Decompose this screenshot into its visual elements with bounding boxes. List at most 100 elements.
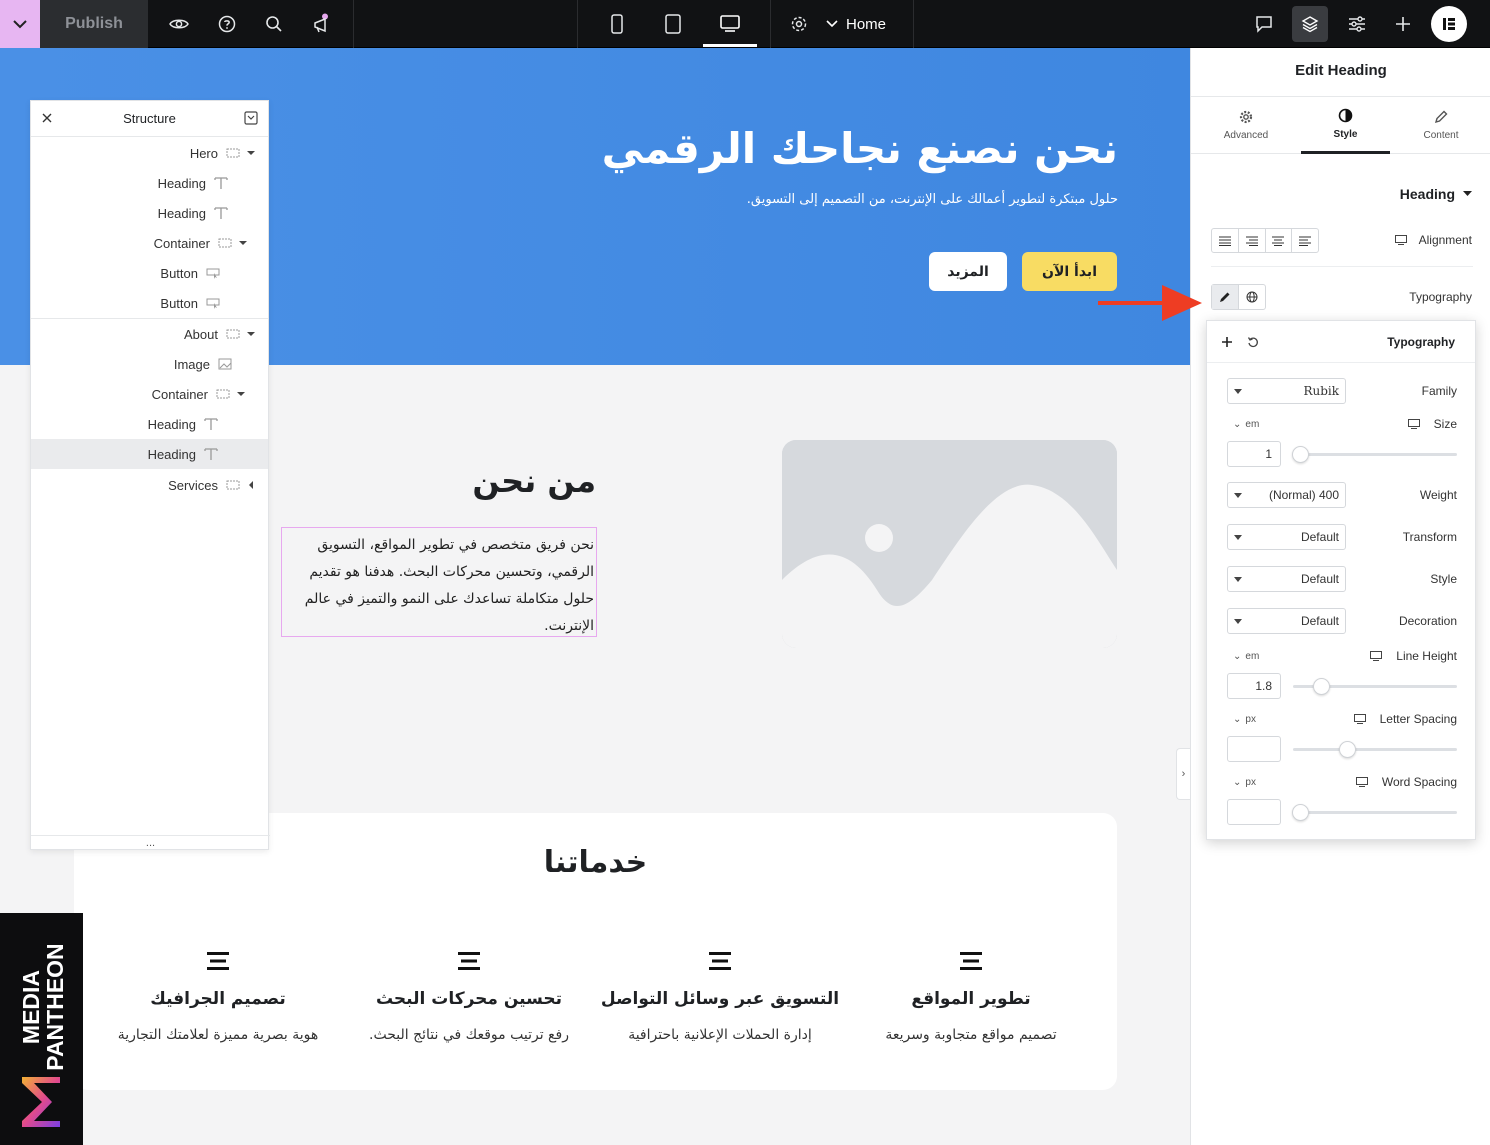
line-height-slider[interactable] [1293, 678, 1457, 695]
word-spacing-row: ⌄ px Word Spacing [1227, 775, 1457, 830]
edit-typography-button[interactable] [1212, 285, 1239, 309]
tree-item-hero[interactable]: Hero [31, 138, 268, 168]
align-left-button[interactable] [1292, 229, 1318, 252]
desktop-icon[interactable] [1370, 651, 1383, 661]
desktop-icon[interactable] [1407, 419, 1420, 429]
weight-select[interactable]: (Normal) 400 [1227, 482, 1346, 508]
caret-down-icon[interactable] [236, 391, 246, 397]
desktop-icon[interactable] [1355, 777, 1368, 787]
size-slider[interactable] [1292, 446, 1457, 463]
style-select[interactable]: Default [1227, 566, 1346, 592]
caret-down-icon [1234, 388, 1242, 394]
word-spacing-slider[interactable] [1292, 804, 1457, 821]
about-heading[interactable]: من نحن [380, 462, 596, 500]
site-settings-button[interactable] [776, 0, 822, 48]
tree-item-image[interactable]: Image [31, 349, 268, 379]
about-text-selected[interactable]: نحن فريق متخصص في تطوير المواقع، التسويق… [281, 527, 597, 637]
caret-left-icon[interactable] [246, 480, 256, 490]
align-justify-button[interactable] [1212, 229, 1239, 252]
sliders-icon [1348, 16, 1366, 32]
alignment-label: Alignment [1394, 233, 1472, 247]
pencil-icon [1219, 291, 1231, 303]
line-height-input[interactable]: 1.8 [1227, 673, 1281, 699]
whats-new-button[interactable] [299, 0, 345, 48]
tree-item-label: Button [160, 295, 198, 311]
slider-handle[interactable] [1292, 446, 1309, 463]
services-heading[interactable]: خدماتنا [74, 845, 1117, 880]
comments-button[interactable] [1241, 0, 1287, 48]
service-item[interactable]: تصميم الجرافيك هوية بصرية مميزة لعلامتك … [98, 951, 338, 1043]
tree-item-about[interactable]: About [31, 318, 268, 349]
word-spacing-input[interactable] [1227, 799, 1281, 825]
tree-item-services[interactable]: Services [31, 469, 268, 501]
structure-toggle-button[interactable] [1292, 6, 1328, 42]
page-selector[interactable]: Home [826, 0, 886, 48]
desktop-view-button[interactable] [707, 0, 753, 48]
tree-item-heading[interactable]: Heading [31, 409, 268, 439]
tree-item-heading-selected[interactable]: Heading [31, 439, 268, 469]
line-height-unit-select[interactable]: ⌄ em [1233, 651, 1259, 662]
collapse-panel-icon[interactable] [244, 111, 258, 125]
tree-item-heading[interactable]: Heading [31, 168, 268, 198]
tab-advanced[interactable]: Advanced [1201, 97, 1291, 154]
help-button[interactable] [204, 0, 250, 48]
caret-down-icon[interactable] [246, 331, 256, 337]
desktop-icon[interactable] [1353, 714, 1366, 724]
structure-panel[interactable]: Structure Hero Heading Heading Container [30, 100, 270, 850]
service-item[interactable]: التسويق عبر وسائل التواصل إدارة الحملات … [600, 951, 840, 1043]
panel-title: Edit Heading [1295, 62, 1387, 79]
service-item[interactable]: تحسين محركات البحث رفع ترتيب موقعك في نت… [349, 951, 589, 1043]
letter-spacing-slider[interactable] [1293, 741, 1457, 758]
services-section[interactable]: خدماتنا تطوير المواقع تصميم مواقع متجاوب… [74, 813, 1117, 1090]
size-input[interactable]: 1 [1227, 441, 1281, 467]
slider-handle[interactable] [1292, 804, 1309, 821]
caret-down-icon[interactable] [246, 150, 256, 156]
transform-select[interactable]: Default [1227, 524, 1346, 550]
structure-resize-handle[interactable]: ... [31, 835, 270, 849]
tab-style[interactable]: Style [1301, 97, 1390, 154]
tree-item-heading[interactable]: Heading [31, 198, 268, 228]
menu-toggle-button[interactable] [0, 0, 40, 48]
reset-icon[interactable] [1247, 336, 1259, 348]
search-button[interactable] [251, 0, 297, 48]
tablet-view-button[interactable] [650, 0, 696, 48]
mobile-view-button[interactable] [594, 0, 640, 48]
panel-collapse-handle[interactable]: › [1176, 748, 1190, 800]
service-item[interactable]: تطوير المواقع تصميم مواقع متجاوبة وسريعة [851, 951, 1091, 1043]
size-unit-select[interactable]: ⌄ em [1233, 419, 1259, 430]
tree-item-label: Container [153, 235, 210, 251]
global-typography-button[interactable] [1239, 285, 1265, 309]
heading-icon [214, 206, 228, 220]
hero-subtitle[interactable]: حلول مبتكرة لتطوير أعمالك على الإنترنت، … [740, 193, 1118, 207]
desktop-icon[interactable] [1394, 235, 1407, 245]
publish-button[interactable]: Publish [40, 0, 148, 48]
preview-button[interactable] [156, 0, 202, 48]
letter-spacing-input[interactable] [1227, 736, 1281, 762]
section-heading-toggle[interactable]: Heading [1400, 186, 1472, 202]
align-right-button[interactable] [1239, 229, 1266, 252]
plus-icon[interactable] [1221, 336, 1233, 348]
structure-title: Structure [123, 111, 176, 126]
tree-item-button[interactable]: Button [31, 258, 268, 288]
close-icon[interactable] [41, 112, 53, 124]
slider-handle[interactable] [1313, 678, 1330, 695]
add-element-button[interactable] [1380, 0, 1426, 48]
button-icon [206, 266, 220, 280]
slider-handle[interactable] [1339, 741, 1356, 758]
tree-item-container[interactable]: Container [31, 228, 268, 258]
hero-title[interactable]: نحن نصنع نجاحك الرقمي [560, 124, 1118, 173]
word-spacing-unit-select[interactable]: ⌄ px [1233, 777, 1256, 788]
family-select[interactable]: Rubik [1227, 378, 1346, 404]
caret-down-icon[interactable] [238, 240, 248, 246]
more-button[interactable]: المزيد [929, 252, 1007, 291]
elementor-logo-button[interactable] [1431, 6, 1467, 42]
letter-spacing-unit-select[interactable]: ⌄ px [1233, 714, 1256, 725]
decoration-select[interactable]: Default [1227, 608, 1346, 634]
about-image-placeholder[interactable] [782, 440, 1117, 648]
tab-content[interactable]: Content [1396, 97, 1486, 154]
align-center-button[interactable] [1266, 229, 1293, 252]
tree-item-button[interactable]: Button [31, 288, 268, 318]
tree-item-container[interactable]: Container [31, 379, 268, 409]
media-pantheon-logo-icon [22, 1077, 60, 1127]
page-settings-button[interactable] [1334, 0, 1380, 48]
